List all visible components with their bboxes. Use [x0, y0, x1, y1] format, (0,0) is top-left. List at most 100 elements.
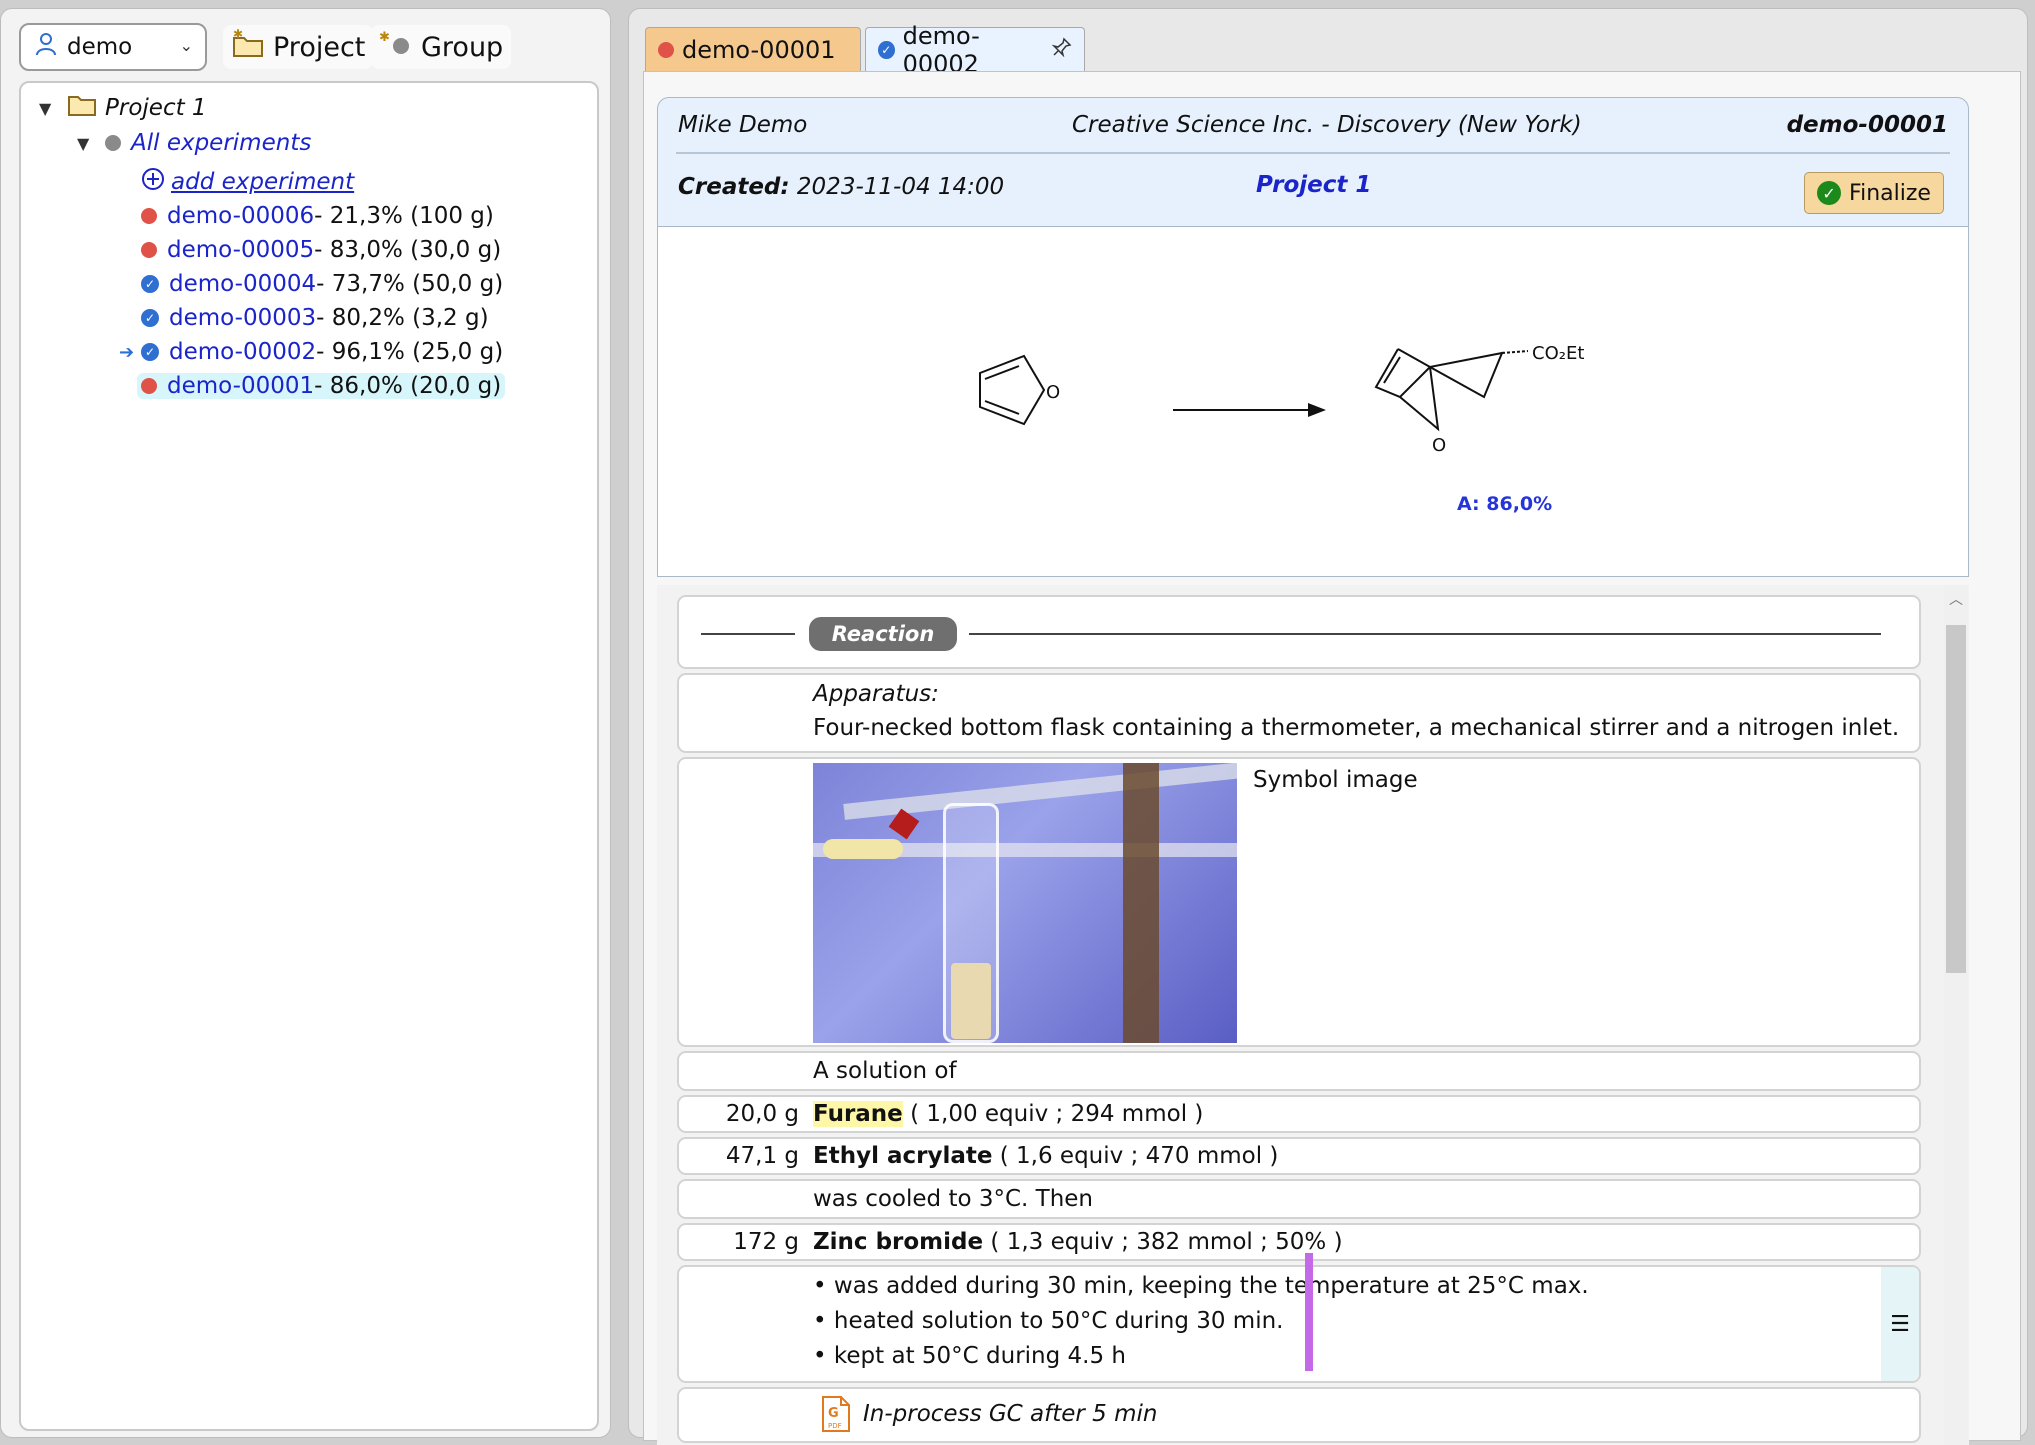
add-experiment-link[interactable]: add experiment [141, 167, 354, 197]
svg-text:G: G [828, 1406, 839, 1421]
steps-card[interactable]: • was added during 30 min, keeping the t… [677, 1265, 1921, 1383]
status-finalized-icon: ✓ [141, 343, 159, 361]
product-group: CO₂Et [1532, 343, 1584, 364]
tab-label: demo-00002 [902, 21, 980, 78]
experiment-yield: - 73,7% (50,0 g) [316, 271, 504, 297]
section-title[interactable]: Reaction [809, 617, 957, 651]
reagent-amount: 47,1 g [725, 1143, 799, 1169]
cooled-text: was cooled to 3°C. Then [813, 1186, 1094, 1212]
caret-down-icon[interactable]: ▼ [77, 134, 99, 153]
finalize-label: Finalize [1849, 180, 1931, 206]
experiment-id[interactable]: demo-00006 [167, 203, 314, 229]
experiment-id: demo-00001 [1786, 112, 1948, 138]
tab-demo-00001[interactable]: demo-00001 [645, 27, 861, 71]
image-card[interactable]: Symbol image [677, 757, 1921, 1047]
new-group-button[interactable]: ✱ Group [371, 25, 512, 69]
editor-pane: demo-00001 ✓ demo-00002 Mike Demo Creati… [628, 8, 2028, 1445]
experiment-item[interactable]: demo-00001 - 86,0% (20,0 g) [137, 373, 506, 399]
product-structure [1374, 348, 1529, 432]
finalize-button[interactable]: ✓ Finalize [1804, 172, 1944, 214]
procedure-text-card[interactable]: was cooled to 3°C. Then [677, 1179, 1921, 1219]
reaction-scheme[interactable]: O CO₂Et O A: 86,0% [657, 227, 1969, 577]
caret-down-icon[interactable]: ▼ [39, 99, 61, 118]
reagent-entry: Furane ( 1,00 equiv ; 294 mmol ) [813, 1101, 1203, 1127]
attachment-card[interactable]: G PDF In-process GC after 5 min [677, 1387, 1921, 1443]
experiment-item[interactable]: ✓ demo-00004 - 73,7% (50,0 g) [141, 271, 503, 297]
experiment-yield: - 86,0% (20,0 g) [314, 373, 502, 399]
reagent-row[interactable]: 172 g Zinc bromide ( 1,3 equiv ; 382 mmo… [677, 1223, 1921, 1261]
project-name: Project 1 [105, 95, 207, 121]
procedure-text-card[interactable]: A solution of [677, 1051, 1921, 1091]
section-rule-right [969, 633, 1881, 635]
reagent-details: ( 1,3 equiv ; 382 mmol ; 50% ) [983, 1229, 1343, 1255]
experiment-header: Mike Demo Creative Science Inc. - Discov… [657, 97, 1969, 227]
reagent-name[interactable]: Furane [813, 1101, 903, 1127]
chevron-down-icon: ⌄ [179, 36, 193, 55]
apparatus-text: Four-necked bottom flask containing a th… [813, 715, 1900, 741]
apparatus-photo[interactable] [813, 763, 1237, 1043]
experiment-id[interactable]: demo-00002 [169, 339, 316, 365]
reagent-row[interactable]: 47,1 g Ethyl acrylate ( 1,6 equiv ; 470 … [677, 1137, 1921, 1175]
pdf-file-icon[interactable]: G PDF [821, 1395, 851, 1437]
reagent-entry: Zinc bromide ( 1,3 equiv ; 382 mmol ; 50… [813, 1229, 1343, 1255]
experiment-item[interactable]: demo-00006 - 21,3% (100 g) [141, 203, 494, 229]
reagent-amount: 20,0 g [725, 1101, 799, 1127]
reagent-details: ( 1,00 equiv ; 294 mmol ) [902, 1101, 1204, 1127]
reagent-row[interactable]: 20,0 g Furane ( 1,00 equiv ; 294 mmol ) [677, 1095, 1921, 1133]
step-text: heated solution to 50°C during 30 min. [833, 1308, 1284, 1334]
experiment-item[interactable]: demo-00005 - 83,0% (30,0 g) [141, 237, 501, 263]
drag-handle-icon[interactable]: ☰ [1881, 1267, 1919, 1381]
created-label: Created: [678, 174, 790, 200]
pin-icon[interactable] [1051, 37, 1072, 62]
reagent-entry: Ethyl acrylate ( 1,6 equiv ; 470 mmol ) [813, 1143, 1278, 1169]
experiment-id[interactable]: demo-00005 [167, 237, 314, 263]
status-open-icon [141, 378, 157, 394]
experiment-id[interactable]: demo-00001 [167, 373, 314, 399]
furan-structure [979, 354, 1046, 426]
apparatus-card[interactable]: Apparatus: Four-necked bottom flask cont… [677, 673, 1921, 753]
attachment-name[interactable]: In-process GC after 5 min [863, 1401, 1158, 1427]
experiment-yield: - 83,0% (30,0 g) [314, 237, 502, 263]
svg-text:✱: ✱ [379, 30, 390, 45]
section-header-card: Reaction [677, 595, 1921, 669]
procedure-content: Reaction Apparatus: Four-necked bottom f… [657, 585, 1969, 1445]
new-project-button[interactable]: ✱ Project [223, 25, 374, 69]
organization-name: Creative Science Inc. - Discovery (New Y… [1072, 112, 1582, 138]
current-arrow-icon: ➔ [119, 341, 135, 363]
reagent-amount: 172 g [733, 1229, 799, 1255]
new-group-label: Group [421, 31, 504, 63]
reagent-name[interactable]: Ethyl acrylate [813, 1143, 992, 1169]
selection-marker [1305, 1253, 1313, 1371]
header-project-link[interactable]: Project 1 [1256, 172, 1371, 198]
experiment-item[interactable]: ➔ ✓ demo-00002 - 96,1% (25,0 g) [119, 339, 503, 365]
step-item: • was added during 30 min, keeping the t… [813, 1273, 1589, 1299]
new-project-label: Project [273, 31, 366, 63]
step-item: • kept at 50°C during 4.5 h [813, 1343, 1127, 1369]
created-value: 2023-11-04 14:00 [789, 174, 1005, 200]
scrollbar-thumb[interactable] [1946, 625, 1966, 973]
created-line: Created: 2023-11-04 14:00 [678, 174, 1004, 200]
reactant-atom: O [1046, 382, 1060, 403]
project-tree: ▼ Project 1 ▼ All experiments add experi… [19, 81, 599, 1431]
reagent-details: ( 1,6 equiv ; 470 mmol ) [992, 1143, 1279, 1169]
step-text: kept at 50°C during 4.5 h [833, 1343, 1127, 1369]
status-finalized-icon: ✓ [141, 309, 159, 327]
svg-text:✱: ✱ [233, 29, 243, 41]
user-select[interactable]: demo ⌄ [19, 23, 207, 71]
experiment-yield: - 21,3% (100 g) [314, 203, 494, 229]
tree-all-experiments[interactable]: ▼ All experiments [77, 130, 311, 156]
experiment-item[interactable]: ✓ demo-00003 - 80,2% (3,2 g) [141, 305, 489, 331]
status-finalized-icon: ✓ [141, 275, 159, 293]
reagent-name[interactable]: Zinc bromide [813, 1229, 983, 1255]
experiment-id[interactable]: demo-00003 [169, 305, 316, 331]
yield-label: A: 86,0% [1457, 493, 1552, 515]
folder-icon [67, 93, 97, 123]
status-open-icon [658, 41, 674, 58]
product-atom: O [1432, 435, 1446, 456]
experiment-id[interactable]: demo-00004 [169, 271, 316, 297]
tab-demo-00002[interactable]: ✓ demo-00002 [865, 22, 1085, 78]
add-experiment-label: add experiment [171, 169, 355, 195]
tree-project-node[interactable]: ▼ Project 1 [39, 93, 207, 123]
step-item: • heated solution to 50°C during 30 min. [813, 1308, 1284, 1334]
scroll-up-icon[interactable]: ︿ [1944, 585, 1968, 609]
